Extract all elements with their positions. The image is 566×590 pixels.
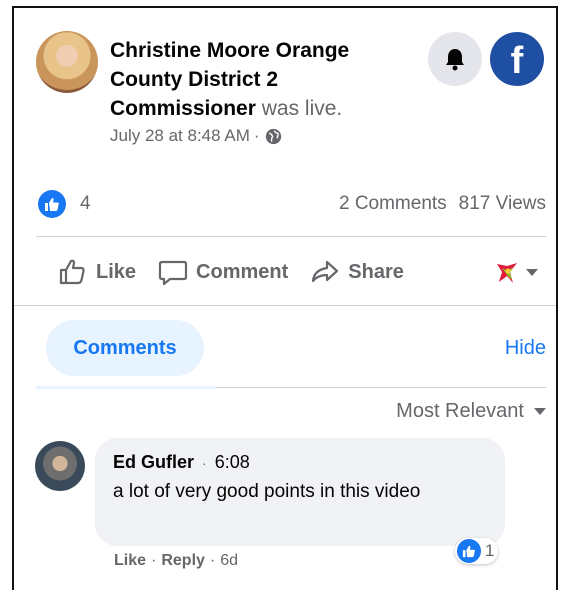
live-status: was live. — [261, 97, 343, 120]
notifications-bell-button[interactable] — [428, 32, 482, 86]
comment-icon — [158, 260, 188, 286]
post-actions: Like Comment Share — [58, 254, 538, 290]
hide-comments-link[interactable]: Hide — [505, 337, 546, 360]
comment-reaction-count: 1 — [485, 541, 495, 560]
tab-underline — [36, 386, 216, 389]
author-avatar[interactable] — [36, 31, 98, 93]
divider — [36, 236, 546, 237]
comment-like-button[interactable]: Like — [114, 552, 146, 570]
thumbs-up-icon — [45, 198, 59, 211]
commenter-avatar[interactable] — [35, 441, 85, 491]
comment-label: Comment — [196, 260, 289, 283]
post-title: Christine Moore Orange County District 2… — [110, 36, 410, 123]
thumbs-up-icon — [462, 545, 475, 558]
comment-reply-button[interactable]: Reply — [161, 552, 205, 570]
comment-reactions[interactable]: 1 — [455, 538, 499, 564]
like-button[interactable]: Like — [58, 257, 136, 287]
reaction-picker-icon — [497, 263, 517, 283]
comment-timestamp[interactable]: 6:08 — [215, 452, 250, 473]
post-stats: 4 2 Comments 817 Views — [38, 188, 546, 220]
chevron-down-icon — [526, 268, 538, 276]
divider — [14, 305, 556, 306]
like-count[interactable]: 4 — [80, 193, 91, 215]
thumbs-up-icon — [59, 259, 85, 285]
chevron-down-icon — [534, 408, 546, 415]
comments-count[interactable]: 2 Comments — [339, 193, 447, 215]
comment-actions: Like · Reply · 6d — [114, 552, 238, 570]
comment-age: 6d — [220, 552, 239, 569]
comment-bubble: Ed Gufler · 6:08 a lot of very good poin… — [95, 438, 505, 546]
share-icon — [312, 260, 339, 283]
action-separator: · — [209, 552, 216, 569]
comment-sort-dropdown[interactable]: Most Relevant — [396, 400, 546, 423]
sort-label: Most Relevant — [396, 400, 524, 422]
commenter-name[interactable]: Ed Gufler — [113, 452, 194, 473]
like-reaction-icon[interactable] — [38, 190, 66, 218]
meta-separator: · — [253, 126, 260, 145]
like-reaction-icon — [457, 539, 481, 563]
comment-text: a lot of very good points in this video — [113, 481, 421, 502]
post-date[interactable]: July 28 at 8:48 AM — [110, 126, 250, 146]
globe-icon — [265, 128, 281, 144]
post-meta: July 28 at 8:48 AM · — [110, 126, 282, 146]
like-label: Like — [96, 260, 137, 283]
views-count: 817 Views — [458, 193, 546, 214]
bell-icon — [446, 49, 464, 71]
comment-separator: · — [202, 454, 207, 471]
tab-comments[interactable]: Comments — [46, 320, 204, 376]
facebook-app-button[interactable]: f — [490, 32, 544, 86]
facebook-logo-icon: f — [510, 40, 524, 82]
share-label: Share — [348, 260, 404, 283]
share-button[interactable]: Share — [310, 257, 404, 287]
comment-button[interactable]: Comment — [158, 257, 288, 287]
reaction-picker-button[interactable] — [494, 259, 538, 285]
action-separator: · — [151, 552, 157, 569]
